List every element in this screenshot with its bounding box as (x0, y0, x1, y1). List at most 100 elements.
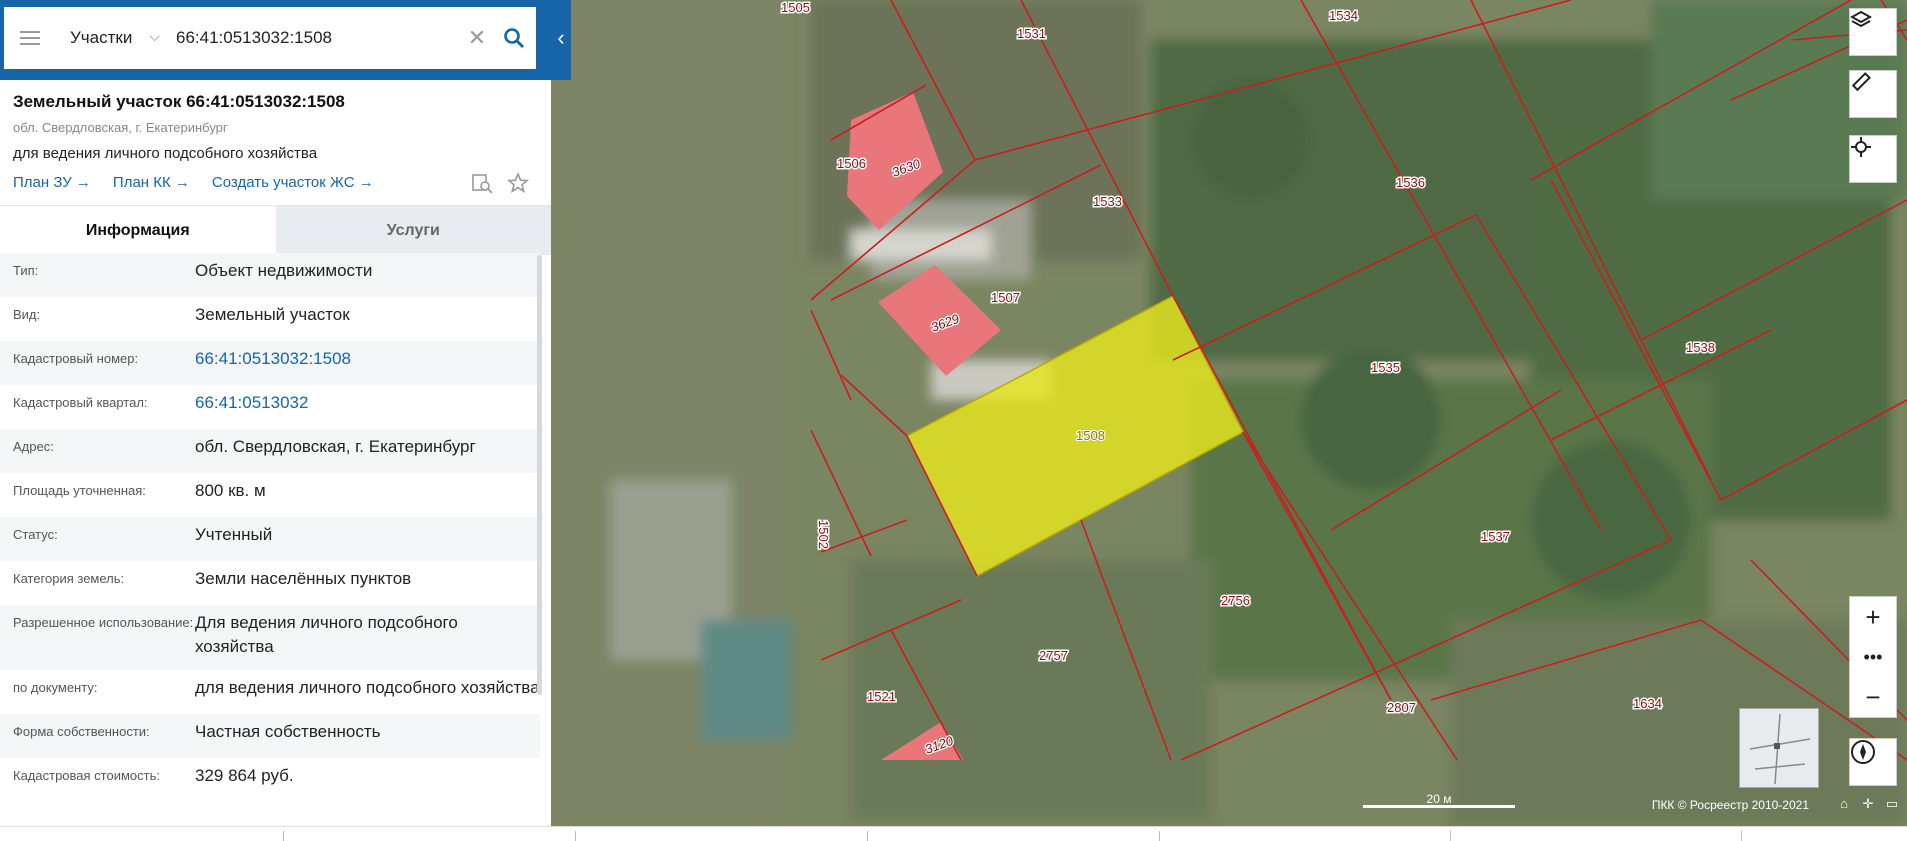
properties-list: Тип: Объект недвижимости Вид: Земельный уча… (0, 253, 540, 802)
property-value: Земли населённых пунктов (195, 569, 412, 588)
scale-bar: 20 м (1363, 792, 1515, 810)
crosshair-small-icon[interactable]: ✛ (1861, 797, 1875, 811)
property-label: Кадастровый квартал: (13, 395, 148, 410)
tab-services[interactable]: Услуги (275, 206, 551, 255)
home-icon[interactable]: ⌂ (1837, 797, 1851, 811)
star-icon[interactable] (507, 172, 529, 194)
create-plot-link[interactable]: Создать участок ЖС → (212, 174, 374, 191)
zoom-in-button[interactable]: + (1850, 597, 1896, 637)
card-address: обл. Свердловская, г. Екатеринбург (13, 120, 228, 135)
plot-label: 1521 (867, 689, 896, 704)
property-label: Категория земель: (13, 571, 125, 586)
chevron-left-icon: ‹ (557, 25, 565, 50)
search-bar: Участки ⌵ 66:41:0513032:1508 ✕ ‹ (0, 0, 571, 80)
layers-button[interactable] (1849, 8, 1897, 56)
property-row: Вид: Земельный участок (0, 297, 540, 341)
fullscreen-icon[interactable]: ▭ (1885, 797, 1899, 811)
search-type-label: Участки (70, 28, 133, 47)
property-label: Статус: (13, 527, 58, 542)
property-label: Тип: (13, 263, 39, 278)
property-row: Кадастровый квартал: 66:41:0513032 (0, 385, 540, 429)
property-row: Кадастровая стоимость: 329 864 руб. (0, 758, 540, 802)
plot-label: 1535 (1371, 360, 1400, 375)
property-label: Кадастровый номер: (13, 351, 139, 366)
search-type-select[interactable]: Участки ⌵ (56, 28, 166, 48)
plan-zu-link[interactable]: План ЗУ → (13, 174, 91, 191)
property-label: по документу: (13, 680, 98, 695)
menu-icon[interactable] (4, 7, 56, 69)
property-value: для ведения личного подсобного хозяйства (195, 678, 540, 697)
zoom-out-button[interactable]: − (1850, 677, 1896, 717)
plot-label: 1534 (1329, 8, 1358, 23)
property-value-link[interactable]: 66:41:0513032:1508 (195, 347, 540, 374)
property-label: Вид: (13, 307, 41, 322)
collapse-sidebar-button[interactable]: ‹ (551, 20, 571, 56)
compass-button[interactable] (1849, 738, 1897, 786)
property-label: Разрешенное использование: (13, 615, 194, 630)
property-value: 329 864 руб. (195, 766, 294, 785)
clear-icon[interactable]: ✕ (462, 25, 492, 51)
search-icon (504, 28, 524, 48)
property-row: Статус: Учтенный (0, 517, 540, 561)
property-value: Частная собственность (195, 722, 381, 741)
card-title: Земельный участок 66:41:0513032:1508 (13, 92, 345, 111)
plot-label: 1537 (1481, 529, 1510, 544)
locate-button[interactable] (1849, 135, 1897, 183)
plan-kk-link[interactable]: План КК → (113, 174, 190, 191)
more-button[interactable]: ••• (1850, 637, 1896, 677)
search-box: Участки ⌵ 66:41:0513032:1508 ✕ (4, 7, 536, 69)
map-bottom-icons: ⌂ ✛ ▭ (1837, 797, 1899, 811)
plot-label: 2756 (1221, 593, 1250, 608)
property-row: Тип: Объект недвижимости (0, 253, 540, 297)
minimap[interactable] (1739, 708, 1819, 788)
tabs: Информация Услуги (0, 206, 551, 255)
scrollbar[interactable] (537, 255, 542, 695)
property-value: Земельный участок (195, 305, 350, 324)
scale-label: 20 м (1426, 792, 1452, 806)
ruler-icon (1851, 72, 1871, 92)
plot-label: 1531 (1017, 26, 1046, 41)
property-value: Учтенный (195, 525, 273, 544)
sidebar: Земельный участок 66:41:0513032:1508 обл… (0, 0, 551, 826)
plot-label: 2757 (1039, 648, 1068, 663)
property-label: Форма собственности: (13, 724, 150, 739)
plot-label: 1502 (816, 520, 831, 549)
minimap-canvas (1749, 713, 1811, 785)
scale-line (1363, 805, 1515, 808)
property-row: Площадь уточненная: 800 кв. м (0, 473, 540, 517)
property-row: Форма собственности: Частная собственност… (0, 714, 540, 758)
card-actions (471, 172, 529, 194)
selected-parcel-label: 1508 (1076, 428, 1105, 443)
plot-label: 1538 (1686, 340, 1715, 355)
map-canvas[interactable]: 1505 1531 1534 1506 1533 1536 1507 1535 1538 1502… (551, 0, 1907, 826)
search-input[interactable]: 66:41:0513032:1508 (166, 28, 462, 48)
map-view[interactable]: 1505 1531 1534 1506 1533 1536 1507 1535 1538 1502… (551, 0, 1907, 826)
layers-icon (1850, 10, 1872, 28)
property-row: Кадастровый номер: 66:41:0513032:1508 (0, 341, 540, 385)
plot-label: 1507 (991, 290, 1020, 305)
copyright-text: ПКК © Росреестр 2010-2021 (1651, 798, 1809, 812)
property-row: по документу: для ведения личного подсобн… (0, 670, 540, 714)
card-purpose: для ведения личного подсобного хозяйства (13, 145, 318, 162)
search-document-icon[interactable] (471, 172, 493, 194)
plot-label: 2807 (1387, 700, 1416, 715)
property-value: обл. Свердловская, г. Екатеринбург (195, 437, 476, 456)
measure-button[interactable] (1849, 70, 1897, 118)
property-label: Адрес: (13, 439, 54, 454)
property-value: Объект недвижимости (195, 261, 373, 280)
property-label: Кадастровая стоимость: (13, 768, 160, 783)
tab-information[interactable]: Информация (0, 206, 276, 255)
property-row: Категория земель: Земли населённых пункто… (0, 561, 540, 605)
property-value-link[interactable]: 66:41:0513032 (195, 391, 540, 418)
plot-label: 1505 (781, 0, 810, 15)
plot-label: 1533 (1093, 194, 1122, 209)
plot-label: 1506 (837, 156, 866, 171)
property-row: Разрешенное использование: Для ведения ли… (0, 605, 540, 670)
bottom-strip (0, 826, 1907, 841)
zoom-controls: + ••• − (1849, 596, 1897, 718)
chevron-down-icon: ⌵ (149, 28, 160, 44)
search-button[interactable] (492, 27, 536, 49)
plot-label: 1536 (1396, 175, 1425, 190)
crosshair-icon (1851, 137, 1871, 157)
compass-icon (1851, 740, 1875, 764)
